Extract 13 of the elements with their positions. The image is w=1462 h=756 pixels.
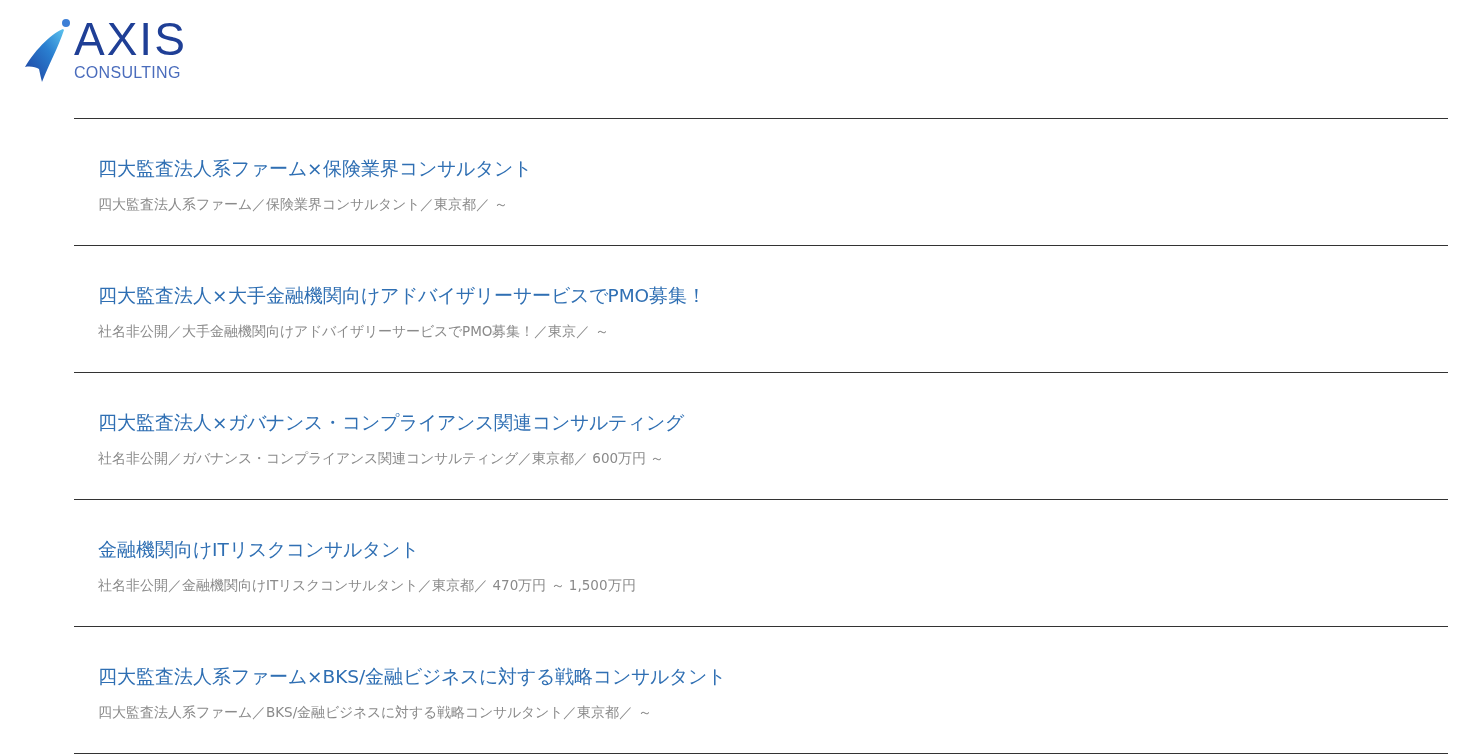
job-title-link[interactable]: 金融機関向けITリスクコンサルタント [98, 537, 419, 563]
job-details: 社名非公開／金融機関向けITリスクコンサルタント／東京都／ 470万円 ～ 1,500万円 [98, 576, 636, 595]
job-details: 社名非公開／ガバナンス・コンプライアンス関連コンサルティング／東京都／ 600万円 ～ [98, 449, 665, 468]
job-title-link[interactable]: 四大監査法人系ファーム×BKS/金融ビジネスに対する戦略コンサルタント [98, 664, 727, 690]
job-title-link[interactable]: 四大監査法人×ガバナンス・コンプライアンス関連コンサルティング [98, 410, 684, 436]
logo-wordmark: AXIS [74, 18, 187, 60]
job-details: 社名非公開／大手金融機関向けアドバイザリーサービスでPMO募集！／東京／ ～ [98, 322, 609, 341]
job-details: 四大監査法人系ファーム／保険業界コンサルタント／東京都／ ～ [98, 195, 509, 214]
logo-swoosh-icon [24, 18, 71, 83]
job-details: 四大監査法人系ファーム／BKS/金融ビジネスに対する戦略コンサルタント／東京都／ ～ [98, 703, 652, 722]
job-title-link[interactable]: 四大監査法人×大手金融機関向けアドバイザリーサービスでPMO募集！ [98, 283, 707, 309]
job-title-link[interactable]: 四大監査法人系ファーム×保険業界コンサルタント [98, 156, 532, 182]
logo-tagline: CONSULTING [74, 64, 181, 82]
